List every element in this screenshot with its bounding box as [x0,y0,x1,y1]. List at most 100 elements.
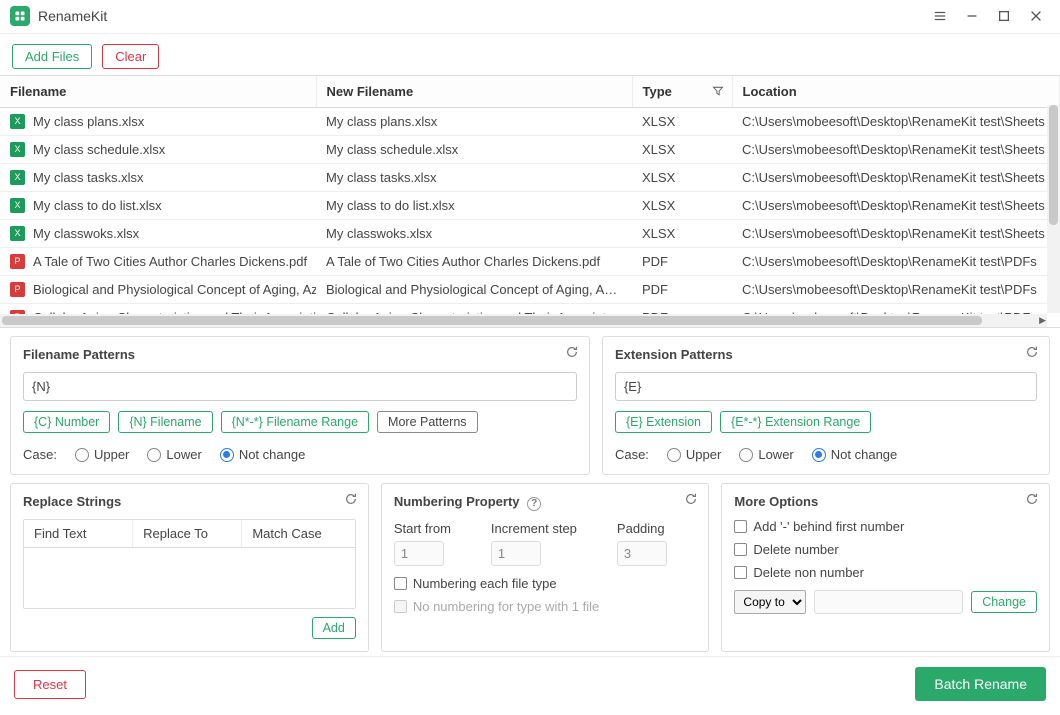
filename-text: My class to do list.xlsx [33,198,162,213]
batch-rename-button[interactable]: Batch Rename [915,667,1046,701]
change-path-button[interactable]: Change [971,591,1037,613]
replace-strings-panel: Replace Strings Find Text Replace To Mat… [10,483,369,652]
refresh-icon[interactable] [684,492,698,509]
filename-text: My class tasks.xlsx [33,170,144,185]
type-text: XLSX [632,219,732,247]
app-title: RenameKit [38,8,107,24]
type-text: PDF [632,247,732,275]
col-type[interactable]: Type [632,76,732,108]
chip-n-filename[interactable]: {N} Filename [118,411,212,433]
help-icon[interactable]: ? [527,497,541,511]
location-text: C:\Users\mobeesoft\Desktop\RenameKit tes… [732,191,1060,219]
new-filename-text: My class to do list.xlsx [316,191,632,219]
extension-pattern-input[interactable] [615,372,1037,401]
refresh-icon[interactable] [1025,345,1039,362]
file-type-icon: X [10,142,25,157]
delete-number-checkbox[interactable]: Delete number [734,542,1037,557]
file-type-icon: X [10,170,25,185]
refresh-icon[interactable] [565,345,579,362]
app-logo-icon [10,6,30,26]
ext-case-notchange-radio[interactable]: Not change [812,447,898,462]
add-files-button[interactable]: Add Files [12,44,92,69]
ext-case-upper-radio[interactable]: Upper [667,447,721,462]
new-filename-text: My classwoks.xlsx [316,219,632,247]
filename-patterns-panel: Filename Patterns {C} Number {N} Filenam… [10,336,590,475]
new-filename-text: My class tasks.xlsx [316,163,632,191]
ext-case-lower-radio[interactable]: Lower [739,447,793,462]
filename-text: My classwoks.xlsx [33,226,139,241]
chip-e-extension[interactable]: {E} Extension [615,411,712,433]
new-filename-text: Biological and Physiological Concept of … [316,275,632,303]
filename-text: Biological and Physiological Concept of … [33,282,316,297]
minimize-icon[interactable] [956,2,988,30]
panel-title: Filename Patterns [23,347,577,362]
case-notchange-radio[interactable]: Not change [220,447,306,462]
filename-text: My class schedule.xlsx [33,142,165,157]
more-options-panel: More Options Add '-' behind first number… [721,483,1050,652]
filename-pattern-input[interactable] [23,372,577,401]
type-text: XLSX [632,163,732,191]
refresh-icon[interactable] [1025,492,1039,509]
col-match-case: Match Case [242,520,354,547]
start-from-input[interactable] [394,541,444,566]
chip-n-range[interactable]: {N*-*} Filename Range [221,411,369,433]
col-location[interactable]: Location [732,76,1060,108]
increment-input[interactable] [491,541,541,566]
replace-table: Find Text Replace To Match Case [23,519,356,609]
location-text: C:\Users\mobeesoft\Desktop\RenameKit tes… [732,219,1060,247]
delete-non-number-checkbox[interactable]: Delete non number [734,565,1037,580]
table-row[interactable]: XMy class plans.xlsxMy class plans.xlsxX… [0,107,1060,135]
chip-e-range[interactable]: {E*-*} Extension Range [720,411,871,433]
toolbar: Add Files Clear [0,34,1060,75]
clear-button[interactable]: Clear [102,44,159,69]
col-filename[interactable]: Filename [0,76,316,108]
type-text: XLSX [632,191,732,219]
filter-icon[interactable] [712,85,724,100]
case-label: Case: [23,447,57,462]
add-dash-checkbox[interactable]: Add '-' behind first number [734,519,1037,534]
copy-to-select[interactable]: Copy to [734,590,806,614]
numbering-each-type-checkbox[interactable]: Numbering each file type [394,576,697,591]
location-text: C:\Users\mobeesoft\Desktop\RenameKit tes… [732,135,1060,163]
file-type-icon: X [10,226,25,241]
table-row[interactable]: XMy classwoks.xlsxMy classwoks.xlsxXLSXC… [0,219,1060,247]
vertical-scrollbar[interactable] [1047,105,1060,313]
menu-icon[interactable] [924,2,956,30]
copy-to-path-input[interactable] [814,590,963,614]
chip-more-patterns[interactable]: More Patterns [377,411,478,433]
maximize-icon[interactable] [988,2,1020,30]
location-text: C:\Users\mobeesoft\Desktop\RenameKit tes… [732,275,1060,303]
increment-label: Increment step [491,521,577,536]
file-type-icon: X [10,198,25,213]
table-row[interactable]: X My class schedule.xlsx My class schedule… [0,135,1060,163]
table-row[interactable]: P Biological and Physiological Concept of… [0,275,1060,303]
panel-title: More Options [734,494,1037,509]
col-new-filename[interactable]: New Filename [316,76,632,108]
panel-title: Extension Patterns [615,347,1037,362]
file-type-icon: X [10,114,25,129]
location-text: C:\Users\mobeesoft\Desktop\RenameKit tes… [732,247,1060,275]
extension-patterns-panel: Extension Patterns {E} Extension {E*-*} … [602,336,1050,475]
file-type-icon: P [10,254,25,269]
new-filename-text: My class plans.xlsx [316,107,632,135]
case-lower-radio[interactable]: Lower [147,447,201,462]
case-upper-radio[interactable]: Upper [75,447,129,462]
padding-input[interactable] [617,541,667,566]
new-filename-text: My class schedule.xlsx [316,135,632,163]
close-icon[interactable] [1020,2,1052,30]
refresh-icon[interactable] [344,492,358,509]
table-row[interactable]: P A Tale of Two Cities Author Charles Dic… [0,247,1060,275]
table-row[interactable]: XMy class tasks.xlsxMy class tasks.xlsxX… [0,163,1060,191]
filename-text: My class plans.xlsx [33,114,144,129]
chip-c-number[interactable]: {C} Number [23,411,110,433]
table-row[interactable]: X My class to do list.xlsx My class to do … [0,191,1060,219]
file-type-icon: P [10,282,25,297]
file-table: Filename New Filename Type Location X My … [0,75,1060,328]
reset-button[interactable]: Reset [14,670,86,699]
add-replace-button[interactable]: Add [312,617,356,639]
new-filename-text: A Tale of Two Cities Author Charles Dick… [316,247,632,275]
numbering-property-panel: Numbering Property ? Start from Incremen… [381,483,710,652]
horizontal-scrollbar[interactable]: ▶ [0,314,1047,327]
titlebar: RenameKit [0,0,1060,34]
panel-title: Numbering Property ? [394,494,697,511]
